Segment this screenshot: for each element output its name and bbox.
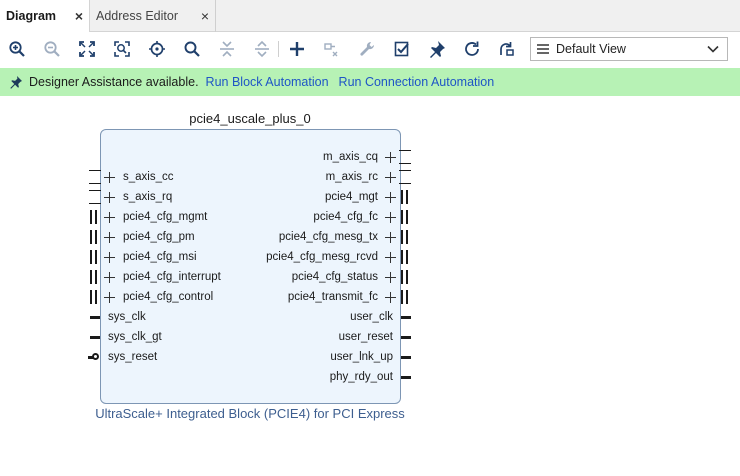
tab-address-editor-label: Address Editor	[96, 9, 178, 23]
tab-address-editor[interactable]: Address Editor ×	[90, 0, 216, 32]
regenerate-layout-icon[interactable]	[496, 38, 518, 60]
banner-message: Designer Assistance available.	[29, 75, 199, 89]
add-ip-icon[interactable]	[286, 38, 308, 60]
collapse-all-icon[interactable]	[216, 38, 238, 60]
view-select[interactable]: Default View	[530, 37, 728, 61]
designer-assistance-banner: Designer Assistance available. Run Block…	[0, 68, 740, 96]
zoom-fit-icon[interactable]	[76, 38, 98, 60]
bus-interface-icon	[401, 210, 413, 224]
expand-all-icon[interactable]	[251, 38, 273, 60]
bus-interface-icon	[89, 190, 101, 204]
expand-plus-icon[interactable]	[385, 272, 396, 283]
bus-interface-icon	[399, 150, 411, 164]
expand-plus-icon[interactable]	[385, 192, 396, 203]
active-low-reset-icon	[92, 353, 99, 360]
port-pin[interactable]	[90, 316, 100, 319]
port-phy-rdy-out[interactable]: phy_rdy_out	[143, 367, 393, 387]
bus-interface-icon	[399, 170, 411, 184]
validate-design-icon[interactable]	[391, 38, 413, 60]
run-connection-automation-link[interactable]: Run Connection Automation	[339, 75, 495, 89]
tab-diagram[interactable]: Diagram ×	[0, 0, 90, 33]
port-sys-clk[interactable]: sys_clk	[108, 307, 146, 327]
port-pin[interactable]	[90, 336, 100, 339]
diagram-toolbar: Default View	[0, 33, 740, 65]
port-pcie4-cfg-mesg-rcvd[interactable]: pcie4_cfg_mesg_rcvd	[128, 247, 378, 267]
search-icon[interactable]	[181, 38, 203, 60]
block-ip-name: UltraScale+ Integrated Block (PCIE4) for…	[95, 406, 405, 421]
expand-plus-icon[interactable]	[385, 152, 396, 163]
close-icon[interactable]: ×	[199, 9, 211, 23]
port-pin[interactable]	[401, 336, 411, 339]
toolbar-separator	[278, 41, 279, 57]
refresh-icon[interactable]	[461, 38, 483, 60]
expand-plus-icon[interactable]	[385, 172, 396, 183]
expand-plus-icon[interactable]	[385, 292, 396, 303]
expand-plus-icon[interactable]	[104, 252, 115, 263]
center-icon[interactable]	[146, 38, 168, 60]
expand-plus-icon[interactable]	[385, 232, 396, 243]
port-pcie4-cfg-mesg-tx[interactable]: pcie4_cfg_mesg_tx	[128, 227, 378, 247]
zoom-in-icon[interactable]	[6, 38, 28, 60]
zoom-area-icon[interactable]	[111, 38, 133, 60]
bus-interface-icon	[401, 270, 413, 284]
port-pcie4-cfg-status[interactable]: pcie4_cfg_status	[128, 267, 378, 287]
port-user-reset[interactable]: user_reset	[143, 327, 393, 347]
bus-interface-icon	[90, 250, 102, 264]
port-pcie4-mgt[interactable]: pcie4_mgt	[128, 187, 378, 207]
expand-plus-icon[interactable]	[104, 272, 115, 283]
wrench-icon[interactable]	[356, 38, 378, 60]
port-pin[interactable]	[401, 316, 411, 319]
close-icon[interactable]: ×	[73, 9, 85, 23]
block-instance-name[interactable]: pcie4_uscale_plus_0	[100, 111, 400, 126]
expand-plus-icon[interactable]	[104, 212, 115, 223]
bus-interface-icon	[89, 170, 101, 184]
port-pin[interactable]	[401, 376, 411, 379]
bus-interface-icon	[401, 250, 413, 264]
expand-plus-icon[interactable]	[104, 192, 115, 203]
view-list-icon	[537, 44, 549, 54]
run-block-automation-link[interactable]: Run Block Automation	[206, 75, 329, 89]
expand-plus-icon[interactable]	[104, 292, 115, 303]
bus-interface-icon	[401, 290, 413, 304]
bus-interface-icon	[401, 190, 413, 204]
port-m-axis-rc[interactable]: m_axis_rc	[128, 167, 378, 187]
pin-icon	[10, 76, 22, 89]
bus-interface-icon	[90, 270, 102, 284]
zoom-out-icon[interactable]	[41, 38, 63, 60]
tab-bar: Diagram × Address Editor ×	[0, 0, 740, 33]
port-m-axis-cq[interactable]: m_axis_cq	[128, 147, 378, 167]
make-connection-icon[interactable]	[321, 38, 343, 60]
bus-interface-icon	[401, 230, 413, 244]
bus-interface-icon	[90, 230, 102, 244]
port-pin[interactable]	[401, 356, 411, 359]
port-pcie4-cfg-fc[interactable]: pcie4_cfg_fc	[128, 207, 378, 227]
expand-plus-icon[interactable]	[385, 212, 396, 223]
port-pcie4-transmit-fc[interactable]: pcie4_transmit_fc	[128, 287, 378, 307]
bus-interface-icon	[90, 210, 102, 224]
expand-plus-icon[interactable]	[104, 232, 115, 243]
port-user-lnk-up[interactable]: user_lnk_up	[143, 347, 393, 367]
port-user-clk[interactable]: user_clk	[143, 307, 393, 327]
view-select-value: Default View	[556, 42, 626, 56]
tab-diagram-label: Diagram	[6, 9, 57, 23]
chevron-down-icon	[707, 45, 719, 53]
expand-plus-icon[interactable]	[385, 252, 396, 263]
pin-icon[interactable]	[426, 38, 448, 60]
bus-interface-icon	[90, 290, 102, 304]
expand-plus-icon[interactable]	[104, 172, 115, 183]
